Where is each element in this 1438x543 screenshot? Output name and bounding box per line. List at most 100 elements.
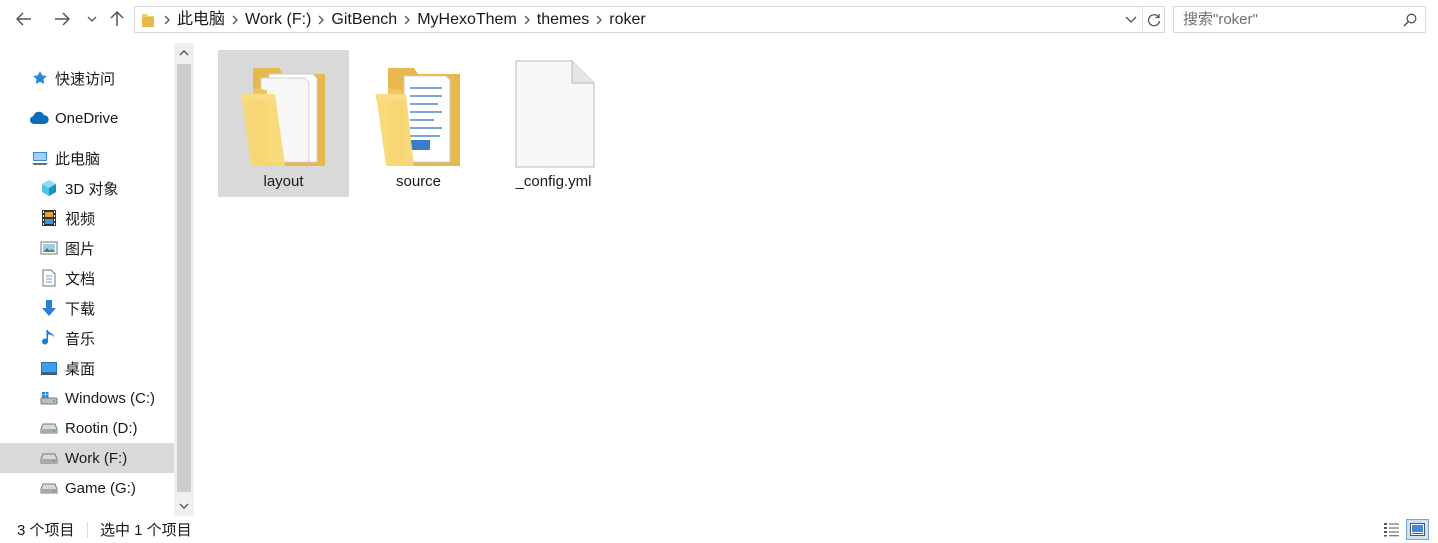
star-icon [31, 68, 49, 88]
file-view: layout source _config.yml [210, 43, 1438, 516]
details-view-button[interactable] [1380, 519, 1403, 540]
picture-icon [39, 238, 59, 258]
sidebar-item-desktop[interactable]: 桌面 [0, 353, 174, 383]
file-item-source[interactable]: source [353, 50, 484, 197]
file-item-layout[interactable]: layout [218, 50, 349, 197]
document-icon [39, 268, 59, 288]
cube-icon [39, 178, 59, 198]
chevron-up-icon [179, 50, 189, 56]
folder-icon [371, 50, 467, 168]
drive-icon [39, 478, 59, 498]
sidebar-item-label: 此电脑 [55, 150, 101, 168]
sidebar-item-label: 3D 对象 [65, 180, 119, 198]
file-name: source [395, 173, 442, 190]
breadcrumb-themes[interactable]: themes [533, 7, 593, 32]
details-view-icon [1384, 523, 1399, 537]
generic-file-icon [506, 50, 602, 168]
sidebar-item-label: OneDrive [55, 109, 119, 127]
sidebar-item-label: 下载 [65, 300, 96, 318]
sidebar-item-label: 音乐 [65, 330, 96, 348]
film-icon [39, 208, 59, 228]
sidebar-item-downloads[interactable]: 下载 [0, 293, 174, 323]
chevron-right-icon[interactable] [229, 15, 241, 25]
sidebar-item-label: 文档 [65, 270, 96, 288]
breadcrumb-myhexothem[interactable]: MyHexoThem [413, 7, 521, 32]
sidebar-item-label: Rootin (D:) [65, 419, 138, 437]
sidebar-item-label: Game (G:) [65, 479, 136, 497]
folder-icon [236, 50, 332, 168]
scroll-down-button[interactable] [174, 496, 194, 516]
forward-button[interactable] [48, 6, 76, 32]
computer-icon [31, 148, 49, 168]
back-button[interactable] [10, 6, 38, 32]
large-icons-view-button[interactable] [1406, 519, 1429, 540]
scroll-up-button[interactable] [174, 43, 194, 63]
search-button[interactable] [1395, 7, 1425, 32]
recent-locations-button[interactable] [84, 6, 100, 32]
up-button[interactable] [106, 6, 128, 32]
sidebar-item-label: 快速访问 [55, 70, 116, 88]
sidebar-item-documents[interactable]: 文档 [0, 263, 174, 293]
chevron-down-icon [87, 16, 97, 22]
sidebar-item-pictures[interactable]: 图片 [0, 233, 174, 263]
sidebar-item-label: 桌面 [65, 360, 96, 378]
breadcrumb-this-pc[interactable]: 此电脑 [173, 7, 229, 32]
navigation-tree: 快速访问 OneDrive 此电脑 3D 对象 视频 图片 文档 下载 音乐 桌… [0, 43, 174, 516]
breadcrumb: 此电脑 Work (F:) GitBench MyHexoThem themes… [135, 7, 1120, 32]
drive-icon [39, 418, 59, 438]
drive-icon [39, 448, 59, 468]
sidebar-item-quick-access[interactable]: 快速访问 [0, 63, 174, 93]
refresh-icon [1147, 13, 1160, 26]
breadcrumb-gitbench[interactable]: GitBench [327, 7, 401, 32]
music-note-icon [39, 328, 59, 348]
address-dropdown-button[interactable] [1120, 7, 1142, 32]
sidebar-item-this-pc[interactable]: 此电脑 [0, 143, 174, 173]
navigation-bar: 此电脑 Work (F:) GitBench MyHexoThem themes… [0, 0, 1438, 38]
search-input[interactable] [1174, 7, 1395, 32]
file-item-config-yml[interactable]: _config.yml [488, 50, 619, 197]
sidebar-item-videos[interactable]: 视频 [0, 203, 174, 233]
sidebar-item-label: 视频 [65, 210, 96, 228]
sidebar-item-music[interactable]: 音乐 [0, 323, 174, 353]
navigation-pane: 快速访问 OneDrive 此电脑 3D 对象 视频 图片 文档 下载 音乐 桌… [0, 43, 194, 516]
file-name: layout [263, 173, 304, 190]
large-icons-view-icon [1410, 523, 1425, 536]
breadcrumb-work-drive[interactable]: Work (F:) [241, 7, 315, 32]
breadcrumb-roker[interactable]: roker [605, 7, 649, 32]
desktop-icon [39, 358, 59, 378]
sidebar-item-game-drive[interactable]: Game (G:) [0, 473, 174, 503]
sidebar-item-3d-objects[interactable]: 3D 对象 [0, 173, 174, 203]
chevron-right-icon[interactable] [521, 15, 533, 25]
cloud-icon [29, 108, 49, 128]
chevron-right-icon[interactable] [161, 15, 173, 25]
forward-arrow-icon [55, 12, 70, 26]
sidebar-item-windows-drive[interactable]: Windows (C:) [0, 383, 174, 413]
windows-drive-icon [39, 388, 59, 408]
sidebar-item-rootin-drive[interactable]: Rootin (D:) [0, 413, 174, 443]
chevron-right-icon[interactable] [315, 15, 327, 25]
up-arrow-icon [110, 11, 124, 26]
folder-icon [141, 12, 155, 28]
back-arrow-icon [16, 12, 31, 26]
selected-count: 选中 1 个项目 [100, 522, 192, 539]
download-arrow-icon [39, 298, 59, 318]
status-divider [87, 522, 88, 538]
sidebar-scrollbar[interactable] [174, 43, 194, 516]
scroll-thumb[interactable] [177, 64, 191, 492]
sidebar-item-work-drive[interactable]: Work (F:) [0, 443, 174, 473]
sidebar-item-onedrive[interactable]: OneDrive [0, 103, 174, 133]
chevron-right-icon[interactable] [401, 15, 413, 25]
file-name: _config.yml [515, 173, 592, 190]
item-count: 3 个项目 [17, 522, 75, 539]
chevron-down-icon [179, 503, 189, 509]
sidebar-item-label: 图片 [65, 240, 96, 258]
search-box[interactable] [1173, 6, 1426, 33]
sidebar-item-label: Windows (C:) [65, 389, 156, 407]
chevron-right-icon[interactable] [593, 15, 605, 25]
sidebar-item-label: Work (F:) [65, 449, 128, 467]
search-icon [1403, 13, 1417, 27]
refresh-button[interactable] [1142, 7, 1164, 32]
status-bar: 3 个项目 选中 1 个项目 [0, 516, 1438, 543]
chevron-down-icon [1125, 16, 1137, 23]
address-bar[interactable]: 此电脑 Work (F:) GitBench MyHexoThem themes… [134, 6, 1165, 33]
